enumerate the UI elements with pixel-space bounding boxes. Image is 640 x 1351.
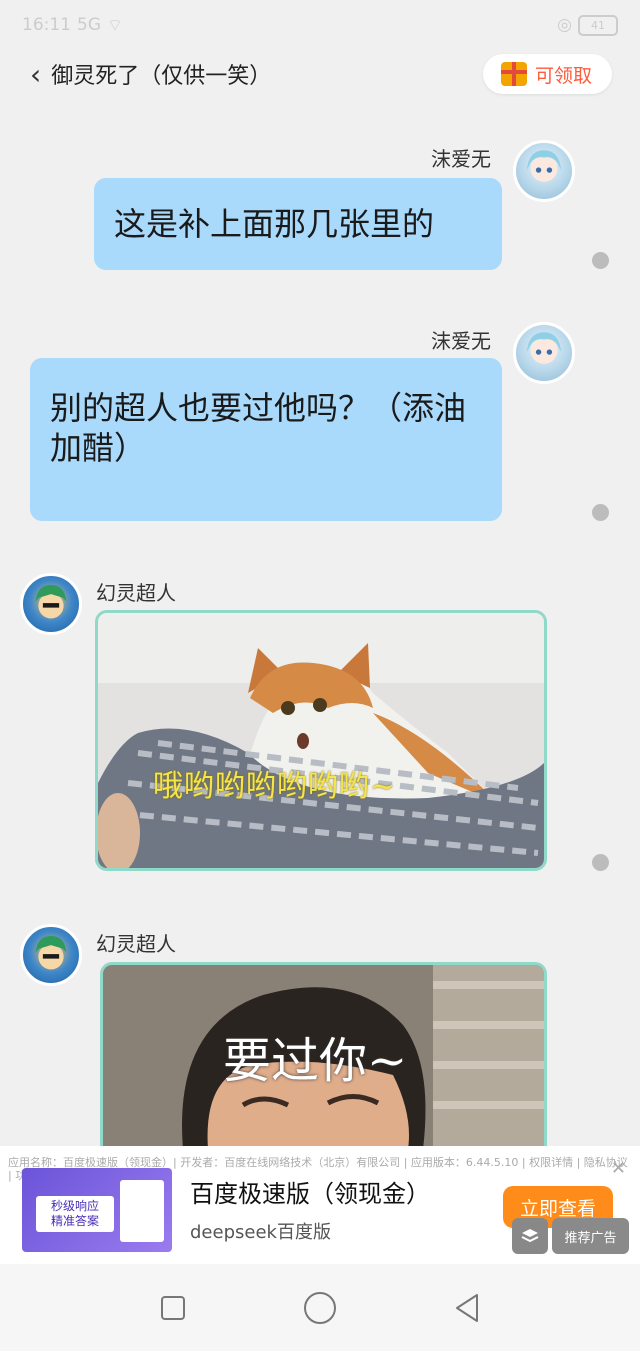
chevron-left-icon[interactable]: ‹	[30, 58, 41, 91]
ad-banner[interactable]: 应用名称：百度极速版（领现金）| 开发者：百度在线网络技术（北京）有限公司 | …	[0, 1146, 640, 1264]
avatar[interactable]	[20, 924, 82, 986]
layers-icon	[512, 1218, 548, 1254]
battery-icon: 41	[578, 14, 618, 36]
sender-name: 幻灵超人	[96, 932, 176, 956]
chat-header: ‹ 御灵死了（仅供一笑） 可领取	[0, 50, 640, 98]
read-status-dot	[592, 252, 609, 269]
chat-title: 御灵死了（仅供一笑）	[51, 64, 272, 89]
image-message-man[interactable]: 要过你~	[100, 962, 547, 1149]
ad-thumbnail[interactable]: 秒级响应 精准答案	[22, 1168, 172, 1252]
battery-level: 41	[591, 18, 605, 32]
image-caption: 要过你~	[223, 1033, 408, 1089]
claim-label: 可领取	[534, 64, 592, 87]
triangle-back-icon[interactable]	[447, 1288, 487, 1328]
document-icon	[120, 1180, 164, 1242]
ad-title[interactable]: 百度极速版（领现金）	[190, 1174, 430, 1209]
ad-thumb-text: 秒级响应 精准答案	[36, 1196, 114, 1232]
status-bar: 16:11 5G ⌔ ◎ 41	[0, 0, 640, 50]
close-icon[interactable]: ✕	[611, 1158, 626, 1179]
avatar[interactable]	[513, 140, 575, 202]
sender-name: 幻灵超人	[96, 581, 176, 605]
status-time: 16:11	[22, 15, 71, 35]
ad-thumb-line: 精准答案	[50, 1214, 99, 1228]
image-message-cat[interactable]: 哦哟哟哟哟哟哟~	[95, 610, 547, 871]
image-caption: 哦哟哟哟哟哟哟~	[153, 769, 397, 804]
sender-name: 沫爱无	[431, 329, 491, 353]
message-bubble[interactable]: 别的超人也要过他吗？（添油加醋）	[30, 358, 502, 521]
cat-photo	[98, 613, 544, 868]
gift-icon	[500, 62, 527, 86]
status-network: 5G	[77, 15, 101, 35]
square-icon[interactable]	[153, 1288, 193, 1328]
avatar[interactable]	[20, 573, 82, 635]
circle-icon[interactable]	[300, 1288, 340, 1328]
read-status-dot	[592, 854, 609, 871]
ad-subtitle: deepseek百度版	[190, 1222, 331, 1243]
claim-button[interactable]: 可领取	[482, 54, 612, 94]
ad-thumb-line: 秒级响应	[50, 1199, 99, 1213]
ad-tag: 推荐广告	[552, 1218, 629, 1254]
avatar[interactable]	[513, 322, 575, 384]
read-status-dot	[592, 504, 609, 521]
message-bubble[interactable]: 这是补上面那几张里的	[94, 178, 502, 270]
alarm-icon: ◎	[557, 15, 572, 35]
sender-name: 沫爱无	[431, 147, 491, 171]
wifi-icon: ⌔	[107, 15, 123, 36]
system-nav-bar	[0, 1264, 640, 1351]
